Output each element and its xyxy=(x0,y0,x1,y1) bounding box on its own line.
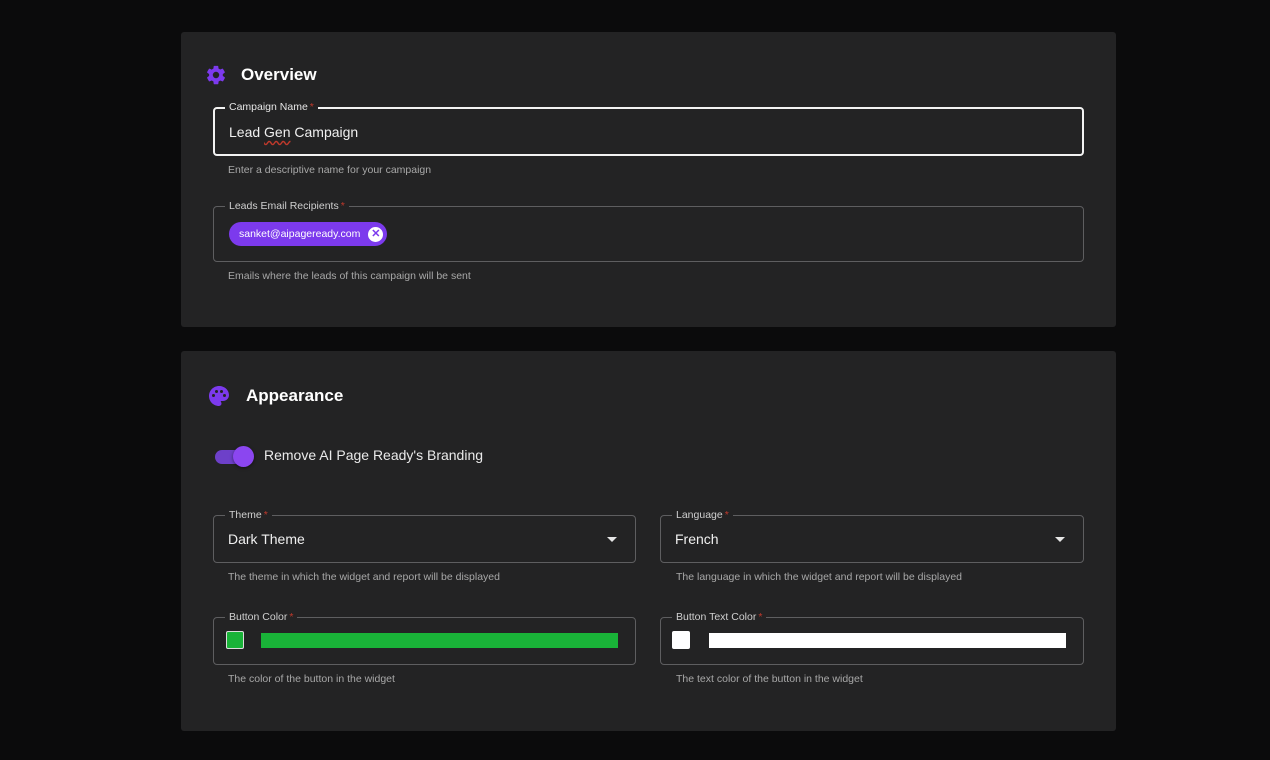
button-color-label: Button Color xyxy=(229,611,288,623)
button-color-legend: Button Color * xyxy=(225,610,298,624)
theme-value: Dark Theme xyxy=(228,531,305,547)
appearance-title: Appearance xyxy=(246,386,344,405)
campaign-name-field[interactable]: Campaign Name * Lead Gen Campaign xyxy=(213,100,1084,156)
language-select[interactable]: Language * French xyxy=(660,508,1084,563)
required-asterisk: * xyxy=(340,200,345,212)
theme-helper: The theme in which the widget and report… xyxy=(228,571,500,583)
required-asterisk: * xyxy=(724,509,729,521)
required-asterisk: * xyxy=(263,509,268,521)
email-recipients-label: Leads Email Recipients xyxy=(229,200,339,212)
campaign-name-label: Campaign Name xyxy=(229,101,308,113)
appearance-header: Appearance xyxy=(207,384,343,408)
email-recipients-legend: Leads Email Recipients * xyxy=(225,199,349,213)
theme-legend: Theme * xyxy=(225,508,272,522)
button-text-color-field[interactable]: Button Text Color * xyxy=(660,610,1084,665)
required-asterisk: * xyxy=(309,101,314,113)
button-text-color-helper: The text color of the button in the widg… xyxy=(676,673,863,685)
chevron-down-icon[interactable] xyxy=(607,537,617,542)
overview-title: Overview xyxy=(241,65,317,84)
email-chip[interactable]: sanket@aipageready.com ✕ xyxy=(229,222,388,246)
campaign-name-helper: Enter a descriptive name for your campai… xyxy=(228,164,432,176)
button-color-helper: The color of the button in the widget xyxy=(228,673,395,685)
theme-label: Theme xyxy=(229,509,262,521)
email-chip-label: sanket@aipageready.com xyxy=(239,228,361,240)
required-asterisk: * xyxy=(758,611,763,623)
gear-icon xyxy=(205,64,227,86)
campaign-name-legend: Campaign Name * xyxy=(225,100,318,114)
language-label: Language xyxy=(676,509,723,521)
email-recipients-helper: Emails where the leads of this campaign … xyxy=(228,270,471,282)
email-recipients-field[interactable]: Leads Email Recipients * sanket@aipagerea… xyxy=(213,199,1084,262)
button-text-color-legend: Button Text Color * xyxy=(672,610,767,624)
branding-toggle-label: Remove AI Page Ready's Branding xyxy=(264,447,484,463)
button-text-color-label: Button Text Color xyxy=(676,611,757,623)
overview-header: Overview xyxy=(205,64,317,86)
branding-toggle[interactable] xyxy=(215,446,255,467)
button-color-input[interactable] xyxy=(261,633,618,648)
required-asterisk: * xyxy=(289,611,294,623)
language-value: French xyxy=(675,531,719,547)
button-text-color-swatch[interactable] xyxy=(672,631,690,649)
appearance-card: Appearance Remove AI Page Ready's Brandi… xyxy=(181,351,1116,731)
button-color-field[interactable]: Button Color * xyxy=(213,610,636,665)
toggle-thumb xyxy=(233,446,254,467)
chip-remove-icon[interactable]: ✕ xyxy=(368,226,384,242)
language-legend: Language * xyxy=(672,508,733,522)
language-helper: The language in which the widget and rep… xyxy=(676,571,963,583)
campaign-name-input[interactable]: Lead Gen Campaign xyxy=(229,124,358,140)
button-color-swatch[interactable] xyxy=(226,631,244,649)
overview-card: Overview Campaign Name * Lead Gen Campaig… xyxy=(181,32,1116,327)
button-text-color-input[interactable] xyxy=(709,633,1066,648)
palette-icon xyxy=(207,384,231,408)
theme-select[interactable]: Theme * Dark Theme xyxy=(213,508,636,563)
chevron-down-icon[interactable] xyxy=(1055,537,1065,542)
